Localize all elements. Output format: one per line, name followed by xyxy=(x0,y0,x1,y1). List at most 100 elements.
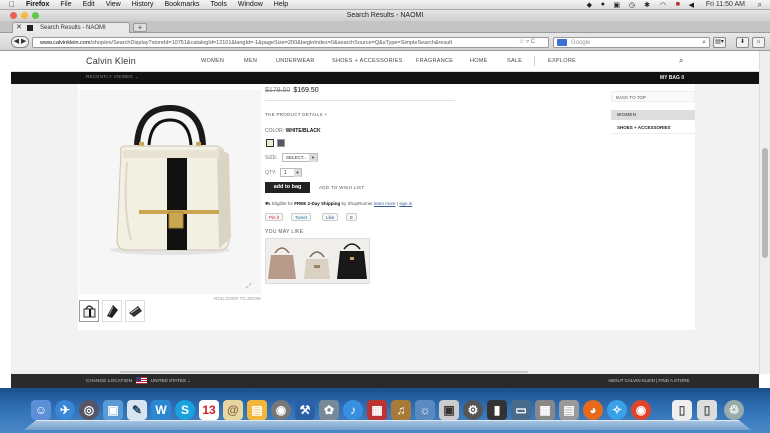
horizontal-scroll-thumb[interactable] xyxy=(120,371,528,373)
status-icon[interactable]: ◆ xyxy=(587,1,592,9)
recommended-item[interactable] xyxy=(304,251,330,279)
recently-viewed-toggle[interactable]: RECENTLY VIEWED ⌄ xyxy=(86,74,139,80)
browser-tab[interactable]: ✕ Search Results - NAOMI xyxy=(12,22,130,33)
bluetooth-icon[interactable]: ✱ xyxy=(644,1,650,9)
minimize-window-button[interactable] xyxy=(21,12,28,19)
launchpad-icon[interactable]: ✈ xyxy=(55,400,75,420)
downloads-button[interactable]: ⬇ xyxy=(736,37,749,48)
iphoto-icon[interactable]: ☼ xyxy=(415,400,435,420)
wifi-icon[interactable]: ◠ xyxy=(660,1,666,9)
apple-icon[interactable]:  xyxy=(9,0,15,9)
color-swatch-white-black[interactable] xyxy=(266,139,274,147)
search-icon[interactable]: ⌕ xyxy=(702,38,706,48)
recommended-item[interactable] xyxy=(337,243,367,279)
thumbnail[interactable] xyxy=(125,300,145,322)
flag-icon[interactable]: ■ xyxy=(676,1,680,8)
textedit-icon[interactable]: ✎ xyxy=(127,400,147,420)
nav-underwear[interactable]: UNDERWEAR xyxy=(276,58,315,64)
url-bar[interactable]: www.calvinklein.com/shop/en/SearchDispla… xyxy=(32,37,549,48)
bookmarks-button[interactable]: ▤▾ xyxy=(713,37,726,48)
volume-icon[interactable]: ◀ xyxy=(689,1,694,9)
vertical-scroll-thumb[interactable] xyxy=(762,148,768,258)
nav-women[interactable]: WOMEN xyxy=(201,58,224,64)
spotlight-icon[interactable]: ⌕ xyxy=(758,0,762,10)
pinterest-button[interactable]: Pin it xyxy=(265,213,284,221)
site-logo[interactable]: Calvin Klein xyxy=(86,56,136,66)
size-select[interactable]: SELECT... ▼ xyxy=(282,153,318,162)
xcode-icon[interactable]: ⚒ xyxy=(295,400,315,420)
add-to-wish-list-link[interactable]: ADD TO WISH LIST xyxy=(319,185,364,190)
product-details-link[interactable]: THE PRODUCT DETAILS + xyxy=(265,112,327,117)
image-capture-icon[interactable]: ▣ xyxy=(439,400,459,420)
firefox-icon[interactable]: ◕ xyxy=(583,400,603,420)
chrome-icon[interactable]: ◉ xyxy=(631,400,651,420)
nav-explore[interactable]: EXPLORE xyxy=(548,58,576,64)
preview-icon[interactable]: ▣ xyxy=(103,400,123,420)
mission-control-icon[interactable]: ◎ xyxy=(79,400,99,420)
back-forward-button[interactable]: ◀ ▶ xyxy=(11,36,29,48)
zoom-icon[interactable]: ⤢ xyxy=(246,283,252,291)
nav-men[interactable]: MEN xyxy=(244,58,257,64)
downloads-stack-icon[interactable]: ▯ xyxy=(697,400,717,420)
recommended-item[interactable] xyxy=(268,247,296,279)
home-button[interactable]: ⌂ xyxy=(752,37,765,48)
garageband-icon[interactable]: ♫ xyxy=(391,400,411,420)
close-tab-icon[interactable]: ✕ xyxy=(16,23,22,33)
itunes-icon[interactable]: ♪ xyxy=(343,400,363,420)
nav-shoes-accessories[interactable]: SHOES + ACCESSORIES xyxy=(332,58,403,64)
footer-links[interactable]: ABOUT CALVIN KLEIN | FIND A STORE xyxy=(608,378,689,383)
menu-view[interactable]: View xyxy=(106,1,121,8)
system-preferences-icon[interactable]: ⚙ xyxy=(463,400,483,420)
menu-tools[interactable]: Tools xyxy=(211,1,227,8)
menu-app[interactable]: Firefox xyxy=(26,1,49,8)
network-icon[interactable]: ▦ xyxy=(535,400,555,420)
sign-in-link[interactable]: sign in xyxy=(399,201,412,206)
contacts-icon[interactable]: @ xyxy=(223,400,243,420)
nav-sale[interactable]: SALE xyxy=(507,58,522,64)
close-window-button[interactable] xyxy=(10,12,17,19)
thumbnail[interactable] xyxy=(79,300,99,322)
status-icon[interactable]: ● xyxy=(601,1,605,8)
country-select[interactable]: UNITED STATES ⌄ xyxy=(151,378,191,384)
menubar-clock[interactable]: Fri 11:50 AM xyxy=(706,1,745,8)
color-swatch-dark[interactable] xyxy=(277,139,285,147)
status-icon[interactable]: ▣ xyxy=(613,1,620,9)
photos-icon[interactable]: ✿ xyxy=(319,400,339,420)
search-bar[interactable]: Google ⌕ xyxy=(553,37,710,48)
photo-booth-icon[interactable]: ▦ xyxy=(367,400,387,420)
document-icon[interactable]: ▯ xyxy=(672,400,692,420)
product-image[interactable] xyxy=(79,90,261,294)
trash-icon[interactable]: ♲ xyxy=(724,400,744,420)
my-bag-link[interactable]: MY BAG 0 xyxy=(660,75,684,81)
clock-icon[interactable]: ◷ xyxy=(629,1,635,9)
safari-icon[interactable]: ✧ xyxy=(607,400,627,420)
vpn-icon[interactable]: W xyxy=(151,400,171,420)
url-bar-icons[interactable]: ☆ ▿ C xyxy=(519,37,535,48)
facebook-like-button[interactable]: Like xyxy=(322,213,339,221)
sidebar-item-shoes-accessories[interactable]: SHOES + ACCESSORIES xyxy=(611,122,695,134)
menu-help[interactable]: Help xyxy=(274,1,288,8)
back-to-top-link[interactable]: BACK TO TOP xyxy=(611,91,695,102)
qty-select[interactable]: 1 ▼ xyxy=(280,168,302,177)
terminal-icon[interactable]: ▮ xyxy=(487,400,507,420)
dvd-player-icon[interactable]: ◉ xyxy=(271,400,291,420)
menu-bookmarks[interactable]: Bookmarks xyxy=(165,1,200,8)
nav-home[interactable]: HOME xyxy=(470,58,488,64)
screen-sharing-icon[interactable]: ▭ xyxy=(511,400,531,420)
zoom-window-button[interactable] xyxy=(32,12,39,19)
finder-icon[interactable]: ☺ xyxy=(31,400,51,420)
search-engine-icon[interactable] xyxy=(557,39,567,46)
skype-icon[interactable]: S xyxy=(175,400,195,420)
nav-fragrance[interactable]: FRAGRANCE xyxy=(416,58,453,64)
calculator-icon[interactable]: ▤ xyxy=(559,400,579,420)
add-to-bag-button[interactable]: add to bag xyxy=(265,182,310,193)
thumbnail[interactable] xyxy=(102,300,122,322)
calendar-icon[interactable]: 13 xyxy=(199,400,219,420)
menu-edit[interactable]: Edit xyxy=(83,1,95,8)
learn-more-link[interactable]: learn more xyxy=(374,201,396,206)
site-search-icon[interactable]: ⌕ xyxy=(679,56,683,66)
tweet-button[interactable]: Tweet xyxy=(291,213,312,221)
menu-window[interactable]: Window xyxy=(238,1,263,8)
menu-history[interactable]: History xyxy=(132,1,154,8)
new-tab-button[interactable]: + xyxy=(133,23,147,32)
